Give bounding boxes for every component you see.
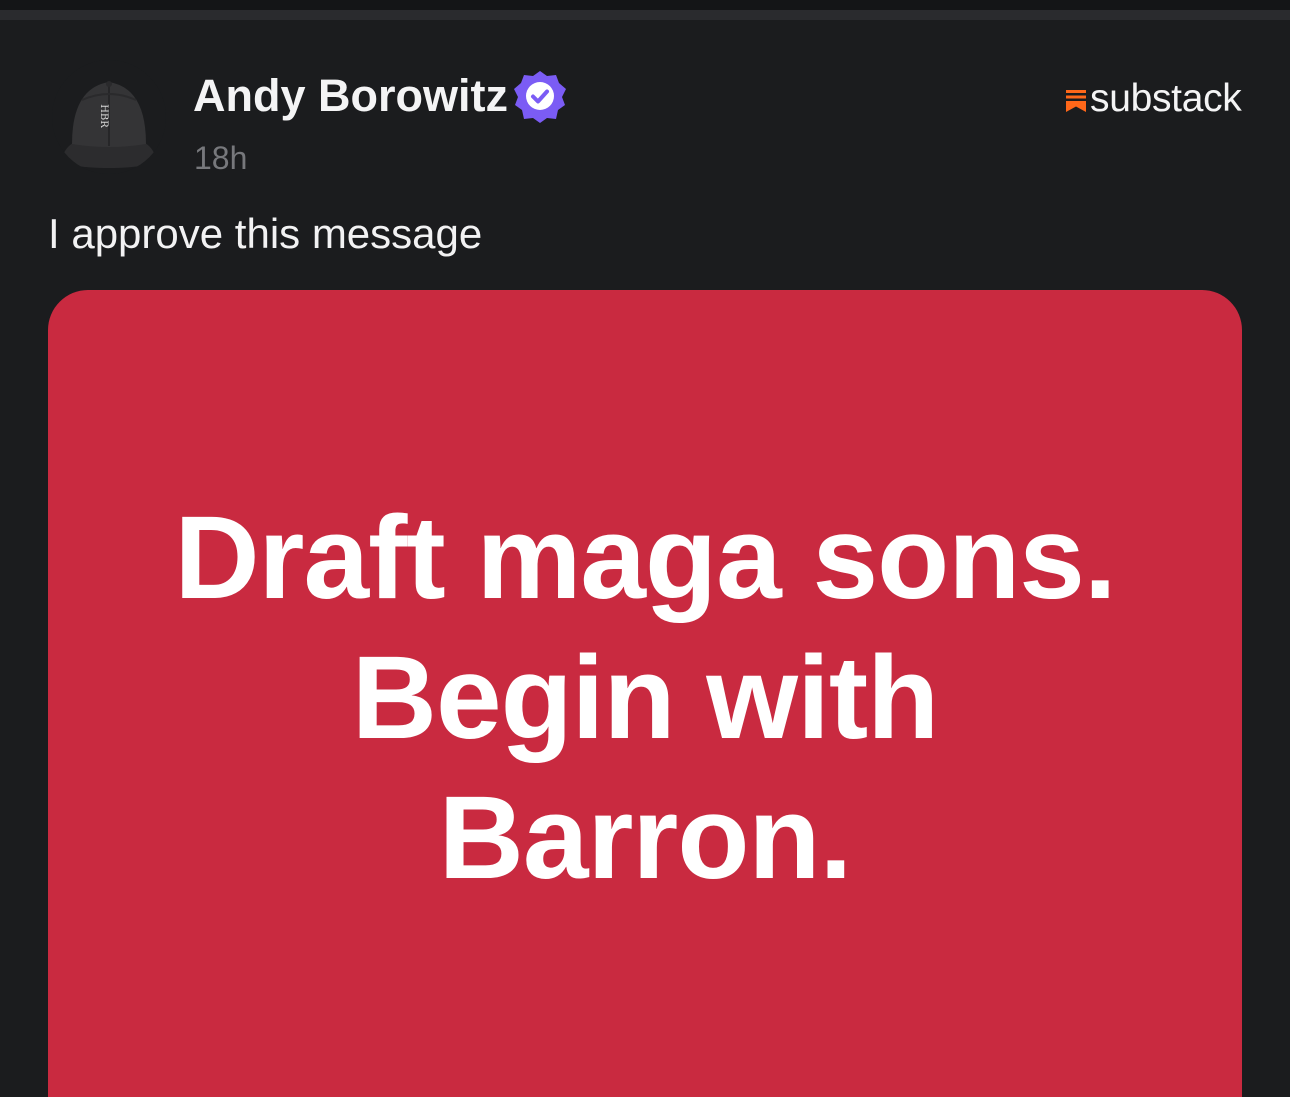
image-line: Begin with — [351, 632, 940, 764]
verified-check-icon — [513, 69, 567, 123]
post-header: HBR Andy Borowitz 18h substack — [0, 0, 1290, 200]
substack-icon — [1066, 90, 1086, 112]
author-name[interactable]: Andy Borowitz — [193, 66, 508, 126]
post-image-text: Draft maga sons. Begin with Barron. — [48, 488, 1242, 908]
post-body-text: I approve this message — [48, 210, 483, 257]
substack-logo[interactable]: substack — [1066, 74, 1242, 124]
svg-text:HBR: HBR — [98, 104, 109, 128]
post-timestamp: 18h — [194, 140, 248, 176]
image-line: Draft maga sons. — [174, 492, 1116, 624]
image-line: Barron. — [438, 772, 853, 904]
substack-wordmark: substack — [1090, 77, 1242, 120]
post-image[interactable]: Draft maga sons. Begin with Barron. — [48, 290, 1242, 1097]
author-avatar[interactable]: HBR — [52, 60, 166, 174]
cap-avatar-image: HBR — [52, 60, 166, 174]
